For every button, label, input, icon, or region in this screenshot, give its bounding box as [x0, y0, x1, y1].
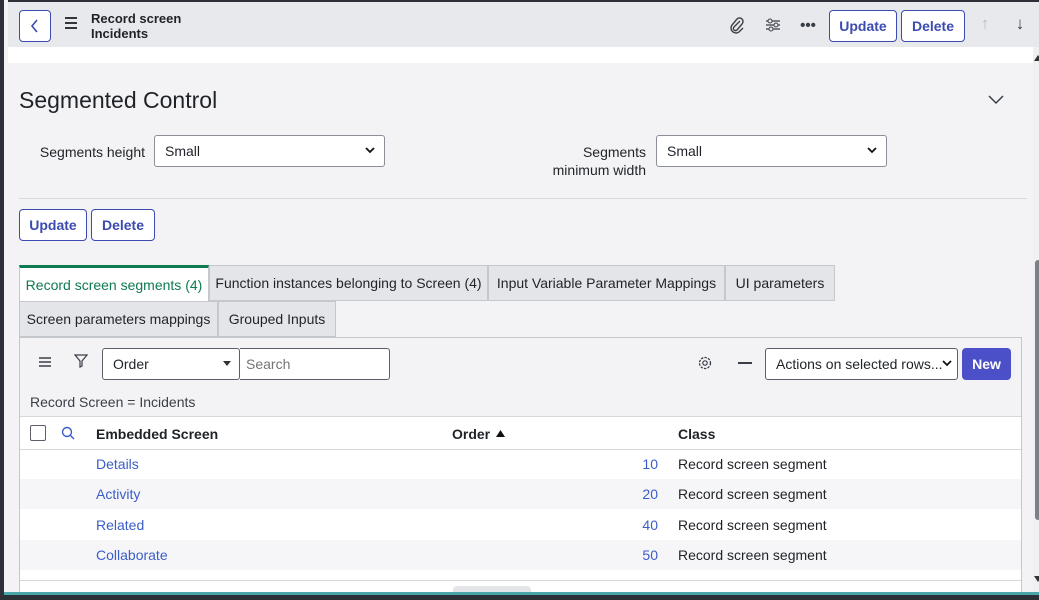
- section-divider: [19, 198, 1027, 199]
- segments-height-label: Segments height: [39, 144, 145, 160]
- form-title: Record screen Incidents: [91, 11, 181, 41]
- header-update-button[interactable]: Update: [829, 10, 897, 42]
- list-menu-icon[interactable]: [38, 355, 52, 371]
- segments-height-select[interactable]: Small: [154, 135, 385, 167]
- search-icon[interactable]: [61, 426, 75, 443]
- class-value: Record screen segment: [678, 547, 827, 563]
- list-toolbar: Order Actions on selected rows... New: [20, 338, 1021, 388]
- page-scrollbar[interactable]: [1033, 47, 1039, 595]
- chevron-down-icon: [942, 360, 952, 367]
- arrow-up-icon[interactable]: ↑: [977, 14, 993, 34]
- class-value: Record screen segment: [678, 517, 827, 533]
- more-options-icon[interactable]: •••: [799, 16, 817, 34]
- list-footer-divider: [20, 580, 1021, 581]
- order-value[interactable]: 40: [618, 517, 658, 533]
- segments-height-value: Small: [165, 143, 201, 159]
- search-field-select[interactable]: Order: [102, 348, 240, 380]
- order-value[interactable]: 50: [618, 547, 658, 563]
- class-value: Record screen segment: [678, 486, 827, 502]
- filter-breadcrumb[interactable]: Record Screen = Incidents: [20, 388, 1021, 417]
- table-row: Collaborate 50 Record screen segment: [20, 540, 1021, 570]
- tab-input-variable-mappings[interactable]: Input Variable Parameter Mappings: [488, 265, 725, 301]
- back-button[interactable]: [19, 10, 51, 42]
- tab-record-screen-segments[interactable]: Record screen segments (4): [19, 265, 209, 301]
- class-value: Record screen segment: [678, 456, 827, 472]
- form-delete-button[interactable]: Delete: [91, 209, 155, 241]
- sort-ascending-icon: [496, 430, 506, 437]
- column-header-embedded-screen[interactable]: Embedded Screen: [96, 418, 218, 449]
- column-header-order-label: Order: [452, 425, 491, 442]
- actions-select[interactable]: Actions on selected rows...: [765, 348, 958, 380]
- segments-min-width-label-line1: Segments: [582, 144, 646, 160]
- tab-function-instances[interactable]: Function instances belonging to Screen (…: [209, 265, 488, 301]
- tab-ui-parameters[interactable]: UI parameters: [725, 265, 835, 301]
- chevron-left-icon: [30, 19, 38, 33]
- caret-down-icon: [223, 361, 231, 366]
- order-value[interactable]: 20: [618, 486, 658, 502]
- embedded-screen-link[interactable]: Details: [96, 456, 139, 472]
- embedded-screen-link[interactable]: Activity: [96, 486, 140, 502]
- column-header-order[interactable]: Order: [452, 418, 506, 449]
- arrow-down-icon[interactable]: ↓: [1012, 14, 1028, 34]
- section-title: Segmented Control: [19, 87, 218, 113]
- tab-screen-parameters-mappings[interactable]: Screen parameters mappings: [19, 301, 218, 337]
- search-input[interactable]: [240, 348, 390, 380]
- form-top-strip: [8, 47, 1033, 63]
- select-all-checkbox[interactable]: [30, 425, 46, 441]
- embedded-screen-link[interactable]: Collaborate: [96, 547, 168, 563]
- collapse-chevron-icon[interactable]: [987, 93, 1005, 107]
- actions-select-value: Actions on selected rows...: [776, 356, 943, 372]
- settings-sliders-icon[interactable]: [764, 16, 782, 34]
- chevron-down-icon: [867, 147, 877, 154]
- segments-min-width-label: Segments minimum width: [536, 143, 646, 179]
- column-header-class[interactable]: Class: [678, 418, 715, 449]
- paperclip-icon[interactable]: [728, 16, 746, 34]
- filter-icon[interactable]: [73, 354, 89, 371]
- form-update-button[interactable]: Update: [19, 209, 87, 241]
- segments-min-width-label-line2: minimum width: [552, 162, 646, 178]
- window: Record screen Incidents ••• Update Delet…: [0, 0, 1039, 600]
- table-row: Related 40 Record screen segment: [20, 510, 1021, 540]
- new-button[interactable]: New: [962, 348, 1011, 380]
- window-bottom-accent: [4, 592, 1039, 595]
- table-row: Activity 20 Record screen segment: [20, 479, 1021, 509]
- gear-icon[interactable]: [697, 355, 713, 374]
- header-delete-button[interactable]: Delete: [901, 10, 965, 42]
- segments-min-width-value: Small: [667, 143, 703, 159]
- table-row: Details 10 Record screen segment: [20, 449, 1021, 479]
- form-header: Record screen Incidents ••• Update Delet…: [8, 0, 1039, 47]
- tab-grouped-inputs[interactable]: Grouped Inputs: [218, 301, 336, 337]
- related-list: Order Actions on selected rows... New Re…: [19, 337, 1022, 595]
- form-title-line1: Record screen: [91, 11, 182, 26]
- menu-icon[interactable]: [65, 17, 79, 31]
- minimize-icon[interactable]: [738, 362, 752, 364]
- embedded-screen-link[interactable]: Related: [96, 517, 144, 533]
- scroll-up-icon[interactable]: [1034, 55, 1039, 61]
- search-field-value: Order: [113, 356, 149, 372]
- form-title-line2: Incidents: [91, 26, 149, 41]
- scroll-thumb[interactable]: [1035, 260, 1039, 520]
- scroll-down-icon[interactable]: [1034, 576, 1039, 582]
- order-value[interactable]: 10: [618, 456, 658, 472]
- segments-min-width-select[interactable]: Small: [656, 135, 887, 167]
- chevron-down-icon: [365, 147, 375, 154]
